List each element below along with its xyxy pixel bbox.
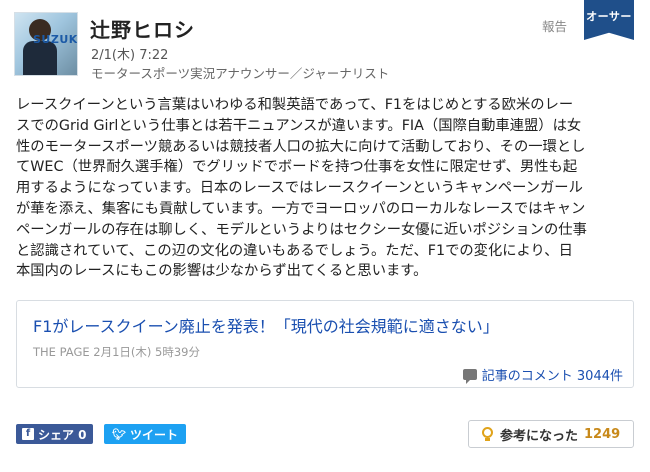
comment-bubble-icon bbox=[462, 369, 477, 384]
author-badge-label: オーサー bbox=[586, 10, 632, 23]
report-link[interactable]: 報告 bbox=[542, 16, 567, 35]
facebook-icon: f bbox=[22, 428, 34, 440]
helpful-count: 1249 bbox=[584, 426, 621, 442]
author-role: モータースポーツ実況アナウンサー／ジャーナリスト bbox=[91, 66, 390, 81]
article-meta: THE PAGE 2月1日(木) 5時39分 bbox=[33, 345, 201, 359]
helpful-label: 参考になった bbox=[500, 428, 579, 444]
facebook-share-label: シェア 0 bbox=[38, 427, 87, 442]
comment-text: レースクイーンという言葉はいわゆる和製英語であって、F1をはじめとする欧米のレー… bbox=[16, 97, 587, 280]
comment-card: SUZUKI 辻野ヒロシ 2/1(木) 7:22 モータースポーツ実況アナウンサ… bbox=[0, 0, 650, 472]
lightbulb-icon bbox=[481, 426, 494, 442]
article-comments-link[interactable]: 記事のコメント 3044件 bbox=[462, 365, 623, 384]
avatar-sign-text: SUZUKI bbox=[33, 33, 78, 46]
author-badge-ribbon: オーサー bbox=[584, 0, 634, 40]
author-name[interactable]: 辻野ヒロシ bbox=[90, 14, 195, 43]
article-title-link[interactable]: F1がレースクイーン廃止を発表！「現代の社会規範に適さない」 bbox=[33, 313, 499, 337]
related-article-card[interactable]: F1がレースクイーン廃止を発表！「現代の社会規範に適さない」 THE PAGE … bbox=[16, 300, 634, 388]
article-comments-label: 記事のコメント 3044件 bbox=[481, 369, 623, 384]
twitter-bird-icon: 🐦︎ bbox=[112, 427, 126, 441]
twitter-tweet-button[interactable]: 🐦︎ ツイート bbox=[104, 424, 186, 444]
author-avatar[interactable]: SUZUKI bbox=[14, 12, 78, 76]
facebook-share-button[interactable]: f シェア 0 bbox=[16, 424, 93, 444]
twitter-tweet-label: ツイート bbox=[129, 427, 178, 442]
post-timestamp: 2/1(木) 7:22 bbox=[91, 48, 169, 63]
helpful-button[interactable]: 参考になった 1249 bbox=[468, 420, 634, 448]
